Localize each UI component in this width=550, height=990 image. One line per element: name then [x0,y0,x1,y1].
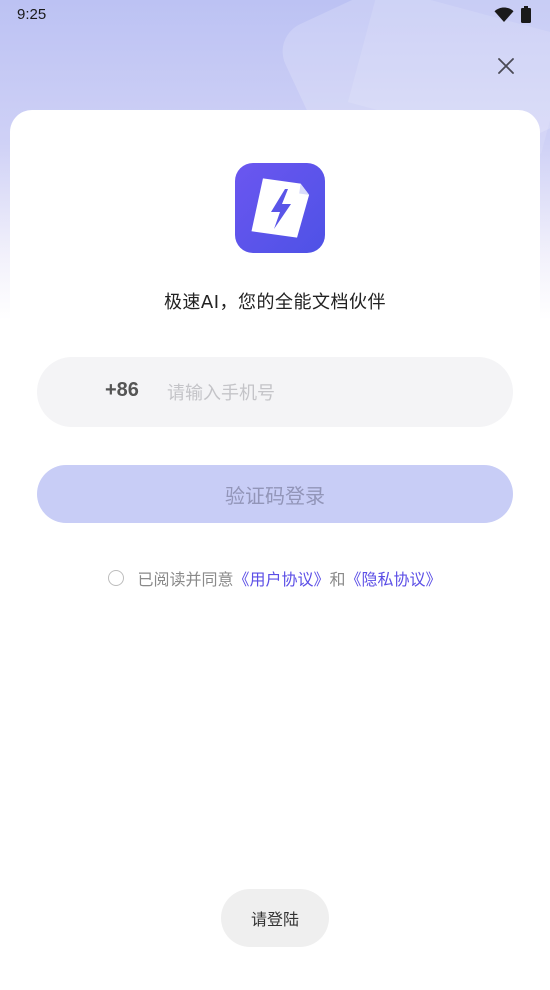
close-button[interactable] [490,50,522,82]
close-icon [498,58,514,74]
user-agreement-link[interactable]: 《用户协议》 [233,566,329,590]
app-tagline: 极速AI，您的全能文档伙伴 [163,292,387,313]
agreement-row: 已阅读并同意 《用户协议》 和 《隐私协议》 [0,566,550,590]
status-bar: 9:25 [0,0,550,32]
privacy-policy-link[interactable]: 《隐私协议》 [346,566,442,590]
toast-message: 请登陆 [221,889,329,947]
country-code[interactable]: +86 [105,379,139,402]
wifi-icon [494,7,514,22]
sms-login-button[interactable]: 验证码登录 [37,465,513,523]
app-logo [235,163,325,253]
agreement-connector: 和 [329,570,346,589]
phone-input[interactable] [165,375,489,411]
phone-field[interactable]: +86 [37,357,513,427]
battery-icon [521,6,531,23]
status-time: 9:25 [17,6,47,23]
agreement-prefix: 已阅读并同意 [137,570,234,589]
agreement-checkbox[interactable] [108,570,125,586]
document-lightning-icon [251,178,310,238]
